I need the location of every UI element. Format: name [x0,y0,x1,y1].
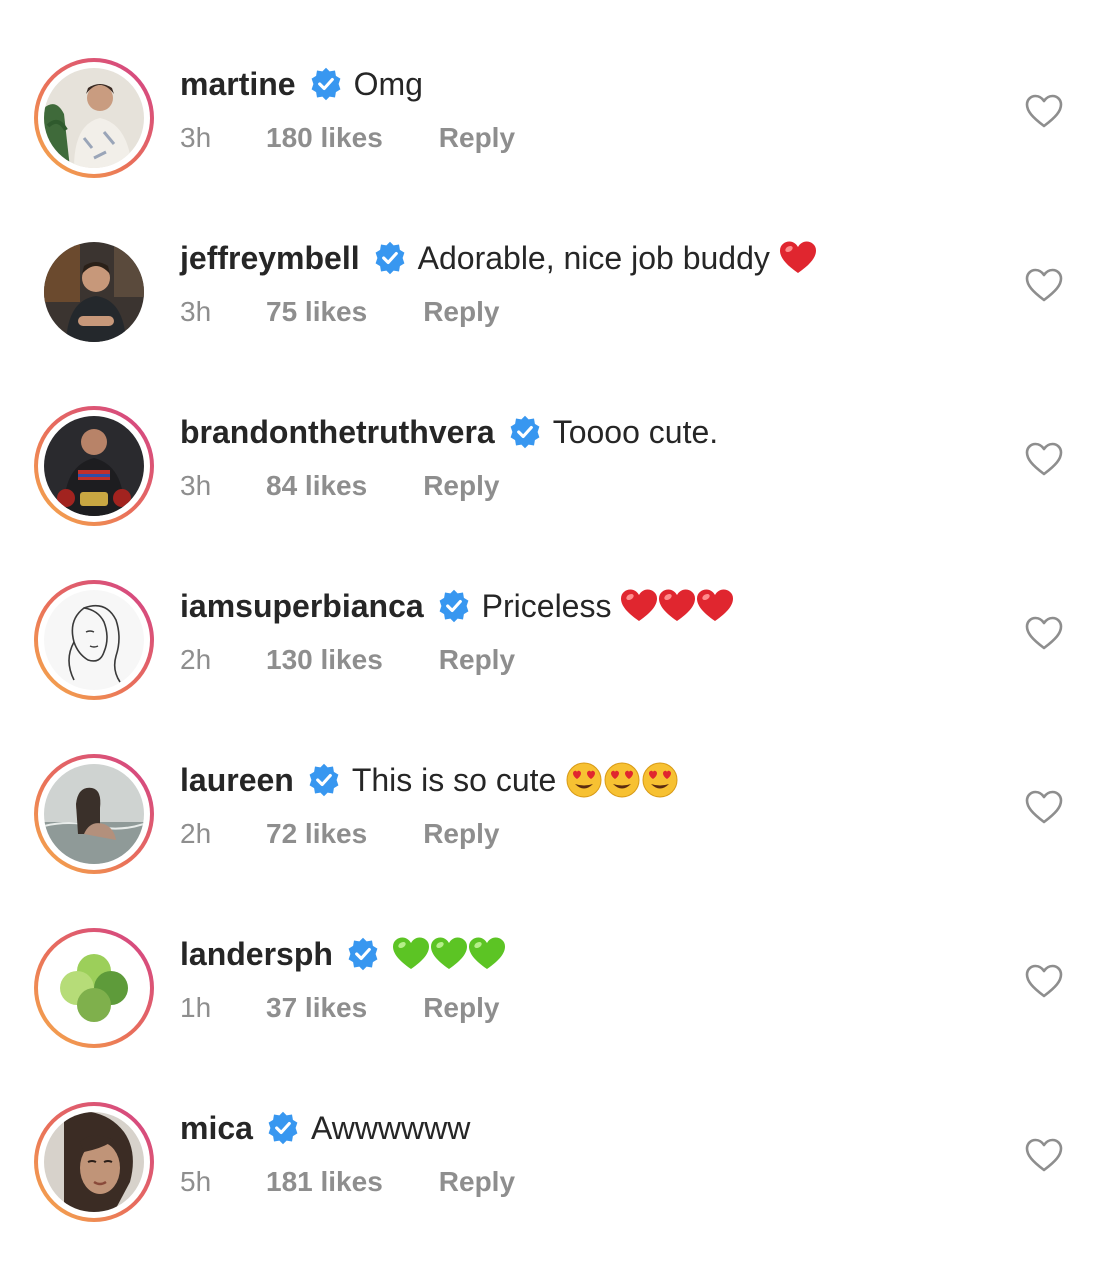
red-heart-icon [657,586,697,626]
green-heart-icon [467,934,507,974]
avatar-story-ring[interactable] [34,754,154,874]
timestamp: 2h [180,644,212,675]
comment-item: laureen This is so cute 2h 72 likes Repl… [0,754,1120,928]
reply-button[interactable]: Reply [439,644,515,676]
comment-text: Adorable, nice job buddy [417,239,770,276]
green-circles-logo-avatar [44,938,144,1038]
emoji-group [619,586,735,626]
reply-button[interactable]: Reply [439,1166,515,1198]
likes-count[interactable]: 75 likes [266,296,367,328]
heart-outline-icon[interactable] [1024,1136,1064,1176]
likes-count[interactable]: 130 likes [266,644,383,676]
comment-main-line: jeffreymbell Adorable, nice job buddy [180,236,818,280]
likes-count[interactable]: 37 likes [266,992,367,1024]
comment-meta: 3h 75 likes Reply [180,292,499,332]
comment-main-line: landersph [180,932,507,976]
comment-text: Omg [353,65,423,102]
comment-item: brandonthetruthvera Toooo cute. 3h 84 li… [0,406,1120,580]
username[interactable]: laureen [180,762,294,799]
emoji-group [778,238,818,278]
avatar-story-ring[interactable] [34,580,154,700]
avatar-story-ring[interactable] [34,1102,154,1222]
verified-badge-icon [265,1110,301,1146]
woman-portrait-avatar [44,68,144,168]
avatar[interactable] [34,232,154,352]
heart-eyes-emoji-icon [564,760,604,800]
comment-main-line: mica Awwwwww [180,1106,470,1150]
red-heart-icon [619,586,659,626]
comment-main-line: laureen This is so cute [180,758,680,802]
comment-main-line: iamsuperbianca Priceless [180,584,735,628]
green-heart-icon [429,934,469,974]
comment-meta: 2h 130 likes Reply [180,640,515,680]
fighter-portrait-avatar [44,416,144,516]
avatar-story-ring[interactable] [34,928,154,1048]
timestamp: 3h [180,470,212,501]
reply-button[interactable]: Reply [439,122,515,154]
username[interactable]: martine [180,66,296,103]
heart-outline-icon[interactable] [1024,266,1064,306]
timestamp: 2h [180,818,212,849]
comment-text: Awwwwww [310,1109,471,1146]
comment-list: martine Omg 3h 180 likes Reply jeffreymb… [0,0,1120,1264]
heart-outline-icon[interactable] [1024,440,1064,480]
line-drawing-face-avatar [44,590,144,690]
comment-meta: 3h 180 likes Reply [180,118,515,158]
timestamp: 3h [180,296,212,327]
verified-badge-icon [345,936,381,972]
verified-badge-icon [436,588,472,624]
red-heart-icon [695,586,735,626]
likes-count[interactable]: 181 likes [266,1166,383,1198]
verified-badge-icon [308,66,344,102]
comment-text: Toooo cute. [552,413,719,450]
username[interactable]: brandonthetruthvera [180,414,495,451]
timestamp: 5h [180,1166,212,1197]
comment-item: mica Awwwwww 5h 181 likes Reply [0,1102,1120,1276]
emoji-group [564,760,680,800]
comment-text: This is so cute [351,761,557,798]
reply-button[interactable]: Reply [423,818,499,850]
likes-count[interactable]: 72 likes [266,818,367,850]
comment-item: martine Omg 3h 180 likes Reply [0,58,1120,232]
comment-meta: 2h 72 likes Reply [180,814,499,854]
avatar-story-ring[interactable] [34,406,154,526]
timestamp: 1h [180,992,212,1023]
likes-count[interactable]: 180 likes [266,122,383,154]
emoji-group [391,934,507,974]
heart-eyes-emoji-icon [602,760,642,800]
woman-closeup-avatar [44,1112,144,1212]
comment-item: landersph 1h 37 likes Reply [0,928,1120,1102]
timestamp: 3h [180,122,212,153]
username[interactable]: landersph [180,936,333,973]
comment-meta: 5h 181 likes Reply [180,1162,515,1202]
comment-meta: 1h 37 likes Reply [180,988,499,1028]
heart-outline-icon[interactable] [1024,92,1064,132]
username[interactable]: iamsuperbianca [180,588,424,625]
woman-water-avatar [44,764,144,864]
heart-outline-icon[interactable] [1024,962,1064,1002]
comment-item: jeffreymbell Adorable, nice job buddy 3h… [0,232,1120,406]
comment-item: iamsuperbianca Priceless 2h 130 likes Re… [0,580,1120,754]
comment-text: Priceless [481,587,612,624]
likes-count[interactable]: 84 likes [266,470,367,502]
username[interactable]: jeffreymbell [180,240,360,277]
username[interactable]: mica [180,1110,253,1147]
comment-meta: 3h 84 likes Reply [180,466,499,506]
reply-button[interactable]: Reply [423,296,499,328]
comment-main-line: martine Omg [180,62,423,106]
heart-eyes-emoji-icon [640,760,680,800]
reply-button[interactable]: Reply [423,992,499,1024]
verified-badge-icon [372,240,408,276]
heart-outline-icon[interactable] [1024,614,1064,654]
comment-main-line: brandonthetruthvera Toooo cute. [180,410,718,454]
red-heart-icon [778,238,818,278]
man-portrait-avatar [44,242,144,342]
verified-badge-icon [306,762,342,798]
green-heart-icon [391,934,431,974]
reply-button[interactable]: Reply [423,470,499,502]
verified-badge-icon [507,414,543,450]
avatar-story-ring[interactable] [34,58,154,178]
heart-outline-icon[interactable] [1024,788,1064,828]
